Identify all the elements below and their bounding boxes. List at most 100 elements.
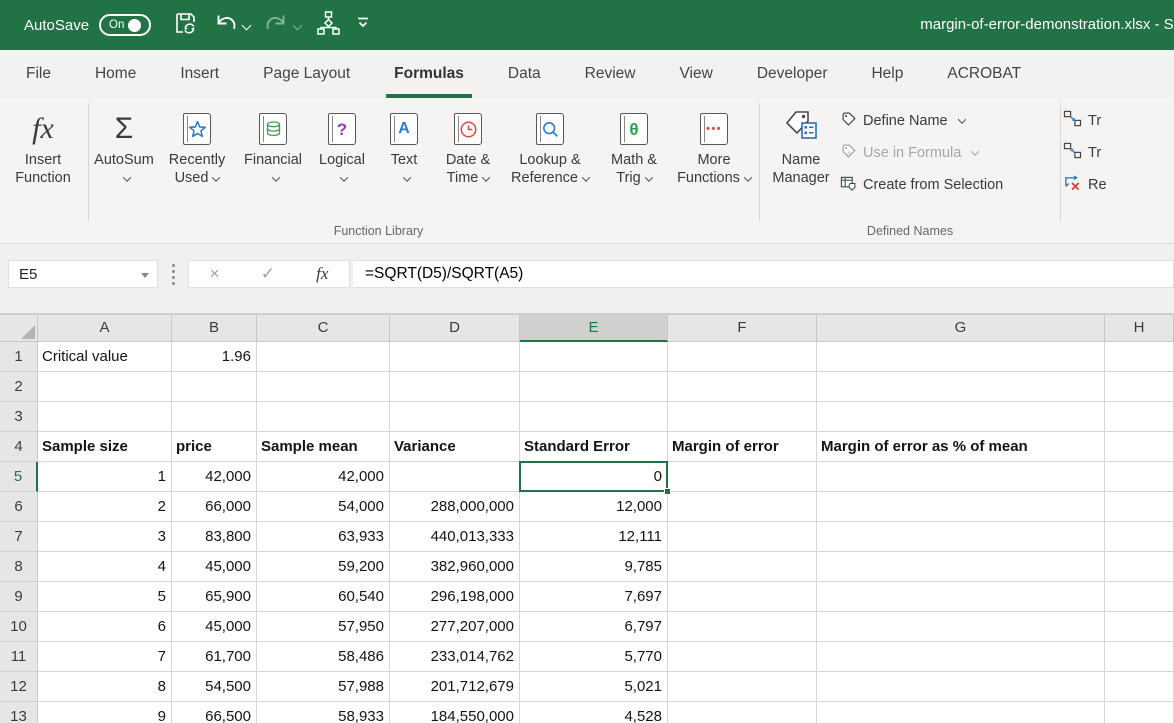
- formula-input[interactable]: =SQRT(D5)/SQRT(A5): [353, 260, 1174, 288]
- cell-A13[interactable]: 9: [38, 702, 172, 723]
- column-header-F[interactable]: F: [668, 315, 817, 342]
- use-in-formula-button[interactable]: fxUse in Formula: [840, 140, 1058, 166]
- cell-G1[interactable]: [817, 342, 1105, 372]
- cell-G5[interactable]: [817, 462, 1105, 492]
- row-header-4[interactable]: 4: [0, 432, 38, 462]
- cell-G4[interactable]: Margin of error as % of mean: [817, 432, 1105, 462]
- cell-D9[interactable]: 296,198,000: [390, 582, 520, 612]
- tab-home[interactable]: Home: [73, 50, 158, 98]
- insert-function-fx-button[interactable]: fx: [316, 264, 328, 284]
- cell-C7[interactable]: 63,933: [257, 522, 390, 552]
- cell-B13[interactable]: 66,500: [172, 702, 257, 723]
- cell-G10[interactable]: [817, 612, 1105, 642]
- customize-quick-access-button[interactable]: [355, 15, 371, 35]
- enter-button[interactable]: ✓: [261, 264, 275, 284]
- redo-button[interactable]: [264, 11, 301, 39]
- cell-H12[interactable]: [1105, 672, 1174, 702]
- cell-F8[interactable]: [668, 552, 817, 582]
- cell-A11[interactable]: 7: [38, 642, 172, 672]
- cell-B4[interactable]: price: [172, 432, 257, 462]
- name-box-dropdown-icon[interactable]: [141, 273, 149, 278]
- cell-D10[interactable]: 277,207,000: [390, 612, 520, 642]
- cell-D12[interactable]: 201,712,679: [390, 672, 520, 702]
- cell-C11[interactable]: 58,486: [257, 642, 390, 672]
- cell-D5[interactable]: [390, 462, 520, 492]
- cell-E6[interactable]: 12,000: [520, 492, 668, 522]
- cell-E2[interactable]: [520, 372, 668, 402]
- insert-function-button[interactable]: fx InsertFunction: [0, 98, 86, 216]
- tab-data[interactable]: Data: [486, 50, 563, 98]
- cell-E5[interactable]: 0: [520, 462, 668, 492]
- cell-F4[interactable]: Margin of error: [668, 432, 817, 462]
- cell-B12[interactable]: 54,500: [172, 672, 257, 702]
- cell-D7[interactable]: 440,013,333: [390, 522, 520, 552]
- undo-button[interactable]: [213, 11, 250, 39]
- column-header-H[interactable]: H: [1105, 315, 1174, 342]
- cell-C9[interactable]: 60,540: [257, 582, 390, 612]
- tab-page-layout[interactable]: Page Layout: [241, 50, 372, 98]
- cell-G13[interactable]: [817, 702, 1105, 723]
- cell-E1[interactable]: [520, 342, 668, 372]
- cell-G11[interactable]: [817, 642, 1105, 672]
- cell-F9[interactable]: [668, 582, 817, 612]
- cell-A3[interactable]: [38, 402, 172, 432]
- define-name-button[interactable]: Define Name: [840, 108, 1058, 134]
- ribbon-text-button[interactable]: AText: [375, 98, 433, 216]
- cell-H6[interactable]: [1105, 492, 1174, 522]
- cell-A9[interactable]: 5: [38, 582, 172, 612]
- cell-E3[interactable]: [520, 402, 668, 432]
- cell-F7[interactable]: [668, 522, 817, 552]
- cell-H8[interactable]: [1105, 552, 1174, 582]
- cell-B9[interactable]: 65,900: [172, 582, 257, 612]
- column-header-B[interactable]: B: [172, 315, 257, 342]
- cell-E11[interactable]: 5,770: [520, 642, 668, 672]
- cell-C5[interactable]: 42,000: [257, 462, 390, 492]
- cell-C8[interactable]: 59,200: [257, 552, 390, 582]
- select-all-corner[interactable]: [0, 315, 38, 342]
- ribbon-math-trig-button[interactable]: θMath &Trig: [597, 98, 671, 216]
- cell-F1[interactable]: [668, 342, 817, 372]
- column-header-A[interactable]: A: [38, 315, 172, 342]
- cell-G7[interactable]: [817, 522, 1105, 552]
- cell-H5[interactable]: [1105, 462, 1174, 492]
- row-header-9[interactable]: 9: [0, 582, 38, 612]
- cell-C3[interactable]: [257, 402, 390, 432]
- cell-E7[interactable]: 12,111: [520, 522, 668, 552]
- ribbon-date-time-button[interactable]: Date &Time: [433, 98, 503, 216]
- cell-A5[interactable]: 1: [38, 462, 172, 492]
- cell-E4[interactable]: Standard Error: [520, 432, 668, 462]
- column-header-D[interactable]: D: [390, 315, 520, 342]
- cell-F11[interactable]: [668, 642, 817, 672]
- row-header-8[interactable]: 8: [0, 552, 38, 582]
- cell-A10[interactable]: 6: [38, 612, 172, 642]
- cell-F6[interactable]: [668, 492, 817, 522]
- row-header-6[interactable]: 6: [0, 492, 38, 522]
- cell-C4[interactable]: Sample mean: [257, 432, 390, 462]
- tab-review[interactable]: Review: [563, 50, 658, 98]
- row-header-7[interactable]: 7: [0, 522, 38, 552]
- cell-E9[interactable]: 7,697: [520, 582, 668, 612]
- name-box[interactable]: E5: [8, 260, 158, 288]
- ribbon-lookup-reference-button[interactable]: Lookup &Reference: [503, 98, 597, 216]
- cell-H9[interactable]: [1105, 582, 1174, 612]
- tab-file[interactable]: File: [4, 50, 73, 98]
- cell-A6[interactable]: 2: [38, 492, 172, 522]
- cell-F13[interactable]: [668, 702, 817, 723]
- cell-B8[interactable]: 45,000: [172, 552, 257, 582]
- tab-acrobat[interactable]: ACROBAT: [925, 50, 1043, 98]
- ribbon-recently-used-button[interactable]: RecentlyUsed: [157, 98, 237, 216]
- create-from-selection-button[interactable]: Create from Selection: [840, 172, 1058, 198]
- cell-B5[interactable]: 42,000: [172, 462, 257, 492]
- remove-arrows-button[interactable]: Re: [1063, 172, 1133, 197]
- cell-D4[interactable]: Variance: [390, 432, 520, 462]
- cell-C13[interactable]: 58,933: [257, 702, 390, 723]
- cell-E10[interactable]: 6,797: [520, 612, 668, 642]
- tab-insert[interactable]: Insert: [158, 50, 241, 98]
- cell-F10[interactable]: [668, 612, 817, 642]
- row-header-12[interactable]: 12: [0, 672, 38, 702]
- cell-B7[interactable]: 83,800: [172, 522, 257, 552]
- cell-H3[interactable]: [1105, 402, 1174, 432]
- cell-B1[interactable]: 1.96: [172, 342, 257, 372]
- cell-A12[interactable]: 8: [38, 672, 172, 702]
- cell-G9[interactable]: [817, 582, 1105, 612]
